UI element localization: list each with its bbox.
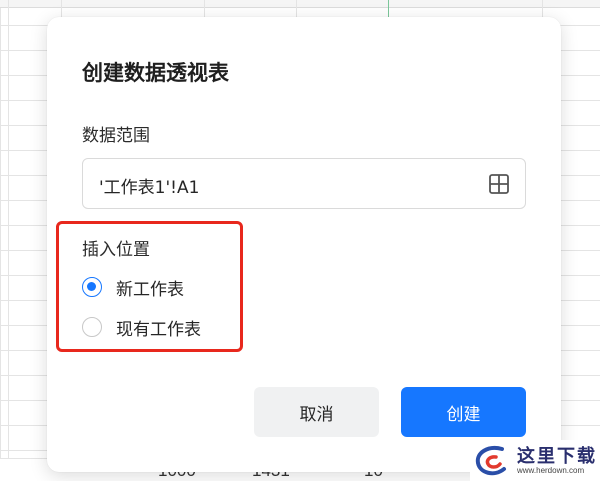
radio-option-existing-sheet[interactable]: 现有工作表: [82, 314, 201, 340]
site-watermark: 这里下载 www.herdown.com: [470, 440, 600, 481]
watermark-text: 这里下载: [517, 446, 597, 467]
watermark-url: www.herdown.com: [517, 466, 585, 475]
create-button[interactable]: 创建: [401, 387, 526, 437]
radio-selected-icon[interactable]: [82, 277, 102, 297]
grid-select-icon[interactable]: [488, 173, 510, 195]
cancel-button[interactable]: 取消: [254, 387, 379, 437]
create-pivot-table-dialog: 创建数据透视表 数据范围 '工作表1'!A1 插入位置 新工作表 现有工作表 取…: [47, 17, 561, 472]
radio-option-label: 现有工作表: [116, 319, 201, 340]
insert-position-label: 插入位置: [82, 240, 150, 260]
data-range-label: 数据范围: [82, 126, 150, 146]
grid-column-line: [8, 0, 9, 481]
radio-option-label: 新工作表: [116, 279, 184, 300]
data-range-value[interactable]: '工作表1'!A1: [99, 173, 199, 198]
watermark-logo-icon: [475, 446, 506, 476]
sheet-header-strip: [0, 0, 600, 8]
data-range-input[interactable]: '工作表1'!A1: [82, 158, 526, 209]
radio-option-new-sheet[interactable]: 新工作表: [82, 274, 184, 300]
radio-unselected-icon[interactable]: [82, 317, 102, 337]
dialog-title: 创建数据透视表: [82, 61, 229, 85]
